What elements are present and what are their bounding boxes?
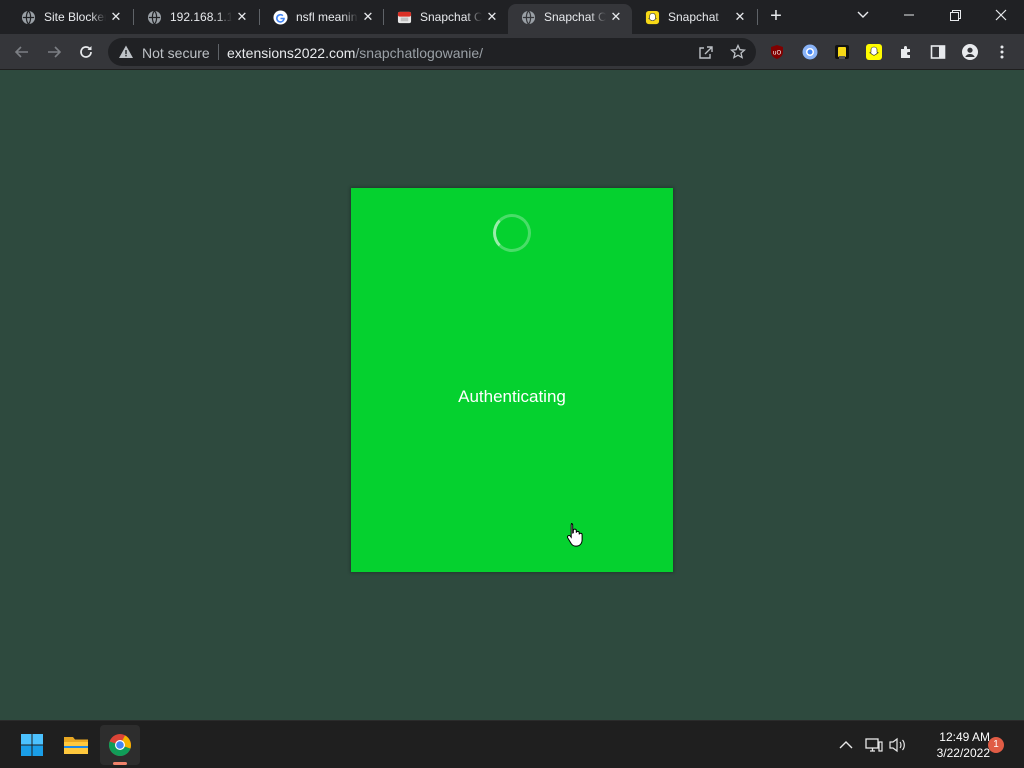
chrome-taskbar-button[interactable] xyxy=(100,725,140,765)
windows-icon xyxy=(21,734,43,756)
reload-icon xyxy=(80,46,92,58)
tab-snapchat-1[interactable]: Snapchat C ✕ xyxy=(384,0,508,34)
restore-icon xyxy=(949,9,961,21)
notification-badge[interactable]: 1 xyxy=(988,737,1004,753)
tab-strip: Site Blocker ✕ 192.168.1.1 ✕ nsfl meanin… xyxy=(0,0,1024,34)
tab-search-button[interactable] xyxy=(840,0,886,30)
chevron-up-icon xyxy=(839,741,853,749)
share-icon[interactable] xyxy=(698,44,714,60)
profile-avatar-icon[interactable] xyxy=(961,43,979,61)
translate-extension-icon[interactable] xyxy=(801,43,819,61)
tab-title: Snapchat C xyxy=(544,10,606,24)
forward-button[interactable] xyxy=(42,40,66,64)
show-hidden-icons-button[interactable] xyxy=(836,735,856,755)
address-bar[interactable]: Not secure extensions2022.com/snapchatlo… xyxy=(108,38,756,66)
tab-snapchat-active[interactable]: Snapchat C ✕ xyxy=(508,4,632,34)
arrow-left-icon xyxy=(14,46,28,58)
close-icon[interactable]: ✕ xyxy=(108,9,124,25)
auth-card: Authenticating xyxy=(351,188,673,572)
side-panel-icon[interactable] xyxy=(929,43,947,61)
divider xyxy=(218,44,219,60)
tab-title: Snapchat xyxy=(668,10,719,24)
close-icon[interactable]: ✕ xyxy=(732,9,748,25)
close-icon[interactable]: ✕ xyxy=(484,9,500,25)
security-label[interactable]: Not secure xyxy=(142,45,210,61)
close-icon xyxy=(995,9,1007,21)
loading-spinner-icon xyxy=(493,214,531,252)
close-icon[interactable]: ✕ xyxy=(608,9,624,25)
tab-nsfl-meaning[interactable]: nsfl meaning ✕ xyxy=(260,0,384,34)
new-tab-button[interactable]: + xyxy=(765,6,787,27)
url-host: extensions2022.com xyxy=(227,45,356,61)
reload-button[interactable] xyxy=(74,40,98,64)
snapchat-extension-icon[interactable] xyxy=(833,43,851,61)
extensions-puzzle-icon[interactable] xyxy=(897,43,915,61)
close-icon[interactable]: ✕ xyxy=(234,9,250,25)
close-window-button[interactable] xyxy=(978,0,1024,30)
snapchat-red-icon xyxy=(396,9,412,25)
chevron-down-icon xyxy=(857,11,869,18)
kebab-menu-icon[interactable] xyxy=(993,43,1011,61)
tab-router[interactable]: 192.168.1.1 ✕ xyxy=(134,0,258,34)
tab-title: nsfl meaning xyxy=(296,10,358,24)
restore-button[interactable] xyxy=(932,0,978,30)
back-button[interactable] xyxy=(10,40,34,64)
network-icon[interactable] xyxy=(864,735,884,755)
tab-snapchat-2[interactable]: Snapchat ✕ xyxy=(632,0,756,34)
minimize-icon xyxy=(904,14,914,16)
tab-site-blocker[interactable]: Site Blocker ✕ xyxy=(8,0,132,34)
taskbar: 12:49 AM 3/22/2022 1 xyxy=(0,720,1024,768)
volume-icon[interactable] xyxy=(888,735,908,755)
svg-text:uO: uO xyxy=(773,50,782,57)
auth-status-text: Authenticating xyxy=(458,387,566,406)
clock-time: 12:49 AM xyxy=(939,730,990,744)
minimize-button[interactable] xyxy=(886,0,932,30)
start-button[interactable] xyxy=(12,725,52,765)
globe-icon xyxy=(146,9,162,25)
url-path: /snapchatlogowanie/ xyxy=(355,45,484,61)
google-icon xyxy=(272,9,288,25)
url-text[interactable]: extensions2022.com/snapchatlogowanie/ xyxy=(227,45,483,61)
file-explorer-button[interactable] xyxy=(56,725,96,765)
close-icon[interactable]: ✕ xyxy=(360,9,376,25)
globe-icon xyxy=(520,9,536,25)
globe-icon xyxy=(20,9,36,25)
snapchat-ghost-icon xyxy=(644,9,660,25)
arrow-right-icon xyxy=(48,46,62,58)
warning-icon[interactable] xyxy=(118,44,134,60)
bookmark-star-icon[interactable] xyxy=(730,44,746,60)
snapchat-ghost-extension-icon[interactable] xyxy=(865,43,883,61)
page-content: Authenticating xyxy=(0,71,1024,720)
chrome-icon xyxy=(108,734,131,757)
tab-title: 192.168.1.1 xyxy=(170,10,232,24)
ublock-extension-icon[interactable]: uO xyxy=(768,43,786,61)
hand-cursor-icon xyxy=(566,523,583,547)
tab-title: Snapchat C xyxy=(420,10,482,24)
clock[interactable]: 12:49 AM 3/22/2022 xyxy=(910,729,990,761)
folder-icon xyxy=(64,737,88,754)
active-indicator xyxy=(113,762,127,765)
browser-toolbar: Not secure extensions2022.com/snapchatlo… xyxy=(0,34,1024,70)
clock-date: 3/22/2022 xyxy=(936,746,990,760)
tab-title: Site Blocker xyxy=(44,10,106,24)
